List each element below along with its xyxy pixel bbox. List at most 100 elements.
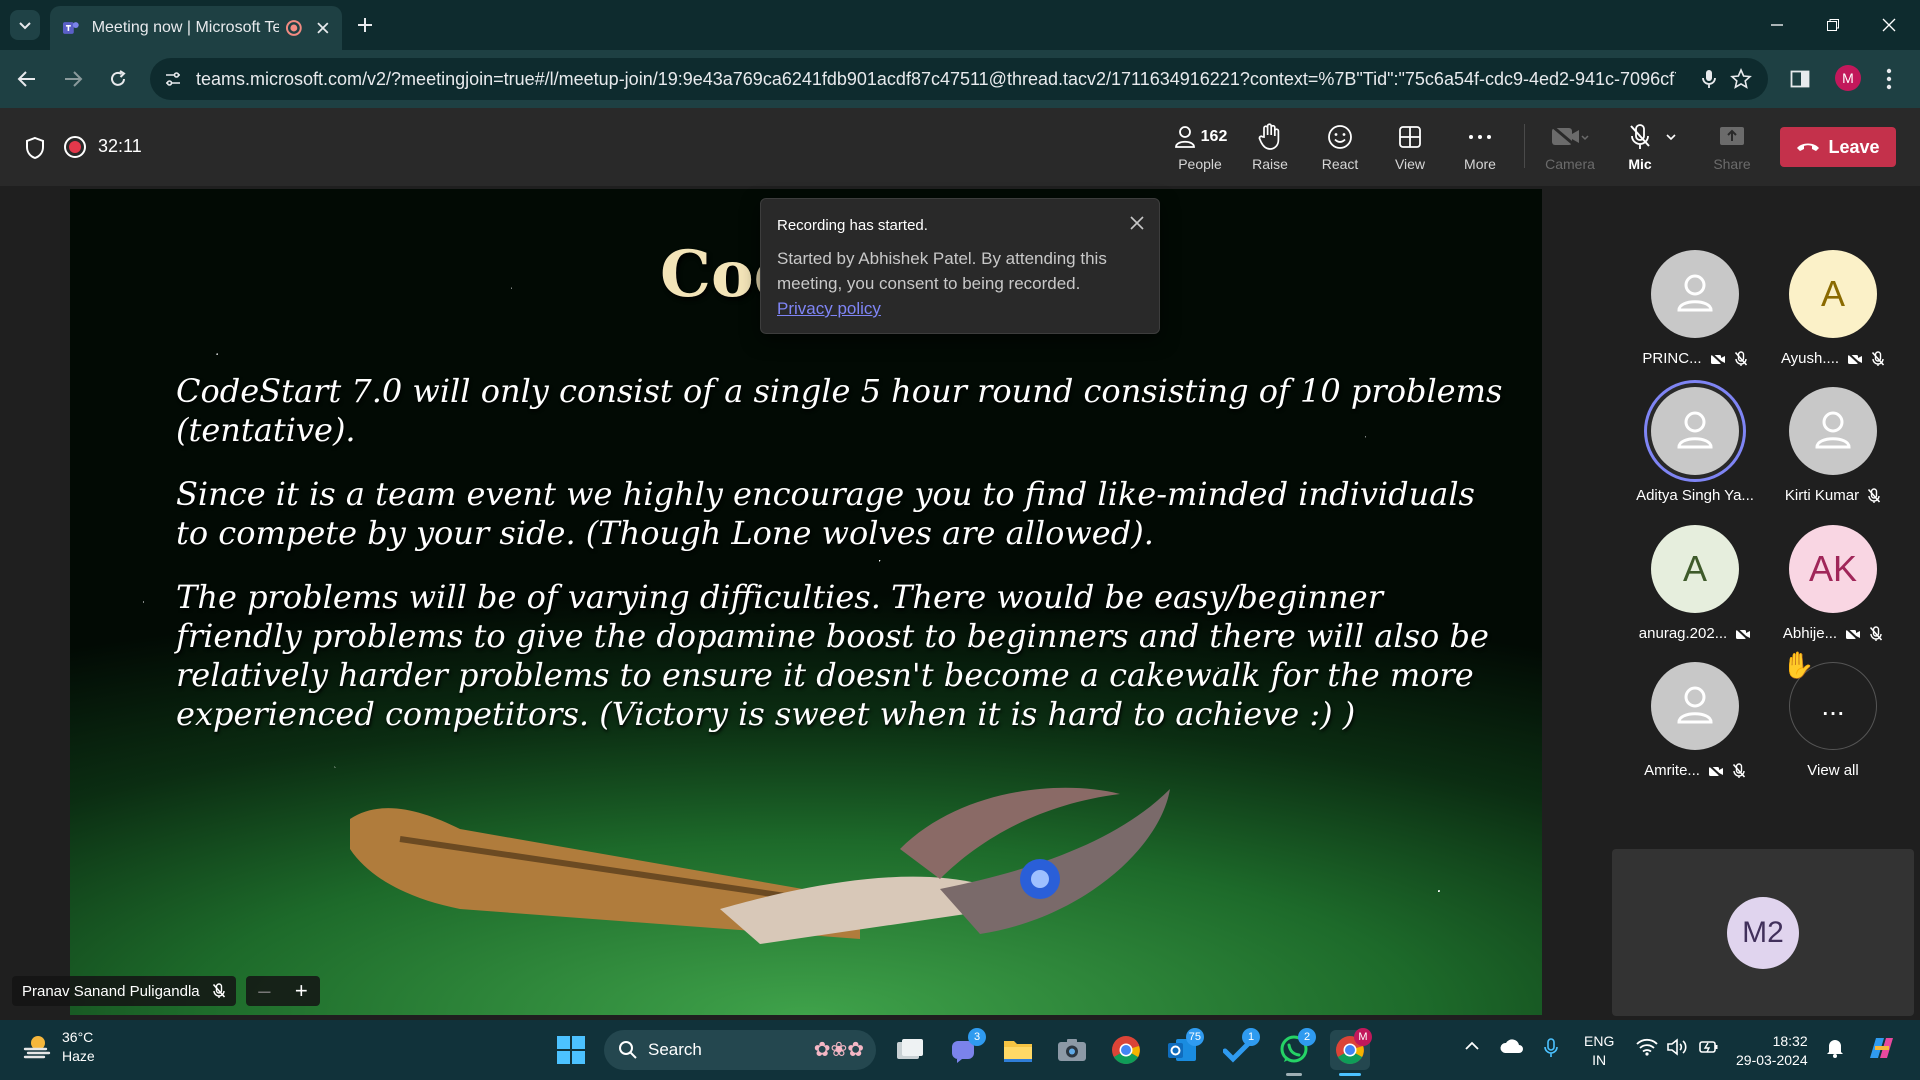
taskbar: 36°C Haze Search ✿❀✿ 3 75 1 2 M ENG IN 1… [0, 1020, 1920, 1080]
raised-hand-icon: ✋ [1782, 650, 1815, 680]
camera-off-icon [1709, 351, 1725, 366]
participant-name: PRINC... [1642, 350, 1702, 367]
taskbar-app-teams[interactable]: 3 [944, 1028, 986, 1070]
participant-tile[interactable]: AK Abhije... [1768, 525, 1898, 655]
mic-off-icon [1867, 487, 1881, 503]
participant-name: Abhije... [1782, 625, 1838, 642]
recording-icon [285, 20, 302, 36]
participant-tile[interactable]: PRINC... [1630, 250, 1760, 380]
view-button[interactable]: View [1378, 122, 1442, 178]
tab-title: Meeting now | Microsoft Teams [91, 19, 279, 36]
notification-badge: 1 [1242, 1028, 1260, 1046]
restore-button[interactable] [1820, 12, 1846, 38]
zoom-out-button[interactable]: – [258, 978, 270, 1004]
avatar [1789, 387, 1877, 475]
star-icon[interactable] [1730, 68, 1752, 90]
taskbar-app-chrome-profile[interactable]: M [1330, 1028, 1372, 1076]
mic-off-icon [212, 983, 225, 998]
taskbar-search[interactable]: Search ✿❀✿ [604, 1030, 876, 1070]
system-clock[interactable]: 18:32 29-03-2024 [1736, 1032, 1808, 1070]
zoom-in-button[interactable]: + [295, 978, 308, 1004]
shield-icon[interactable] [24, 136, 46, 160]
back-button[interactable] [12, 64, 42, 94]
clock-time: 18:32 [1772, 1033, 1808, 1049]
taskbar-app-task-view[interactable] [890, 1030, 930, 1070]
profile-badge: M [1354, 1028, 1372, 1046]
profile-avatar[interactable]: M [1835, 65, 1861, 91]
windows-start-icon[interactable] [556, 1035, 586, 1065]
clock-date: 29-03-2024 [1736, 1052, 1808, 1068]
participant-tile[interactable]: Aditya Singh Ya... [1630, 387, 1760, 517]
copilot-icon[interactable] [1866, 1034, 1896, 1062]
forward-button[interactable] [58, 64, 88, 94]
camera-off-icon [1551, 124, 1589, 150]
camera-button[interactable]: Camera [1538, 122, 1602, 178]
side-panel-icon[interactable] [1790, 69, 1810, 89]
close-icon[interactable] [1129, 215, 1145, 231]
close-icon [1882, 18, 1896, 32]
grid-icon [1399, 126, 1421, 148]
zoom-controls: – + [246, 976, 320, 1006]
search-placeholder: Search [648, 1040, 702, 1059]
reload-icon [111, 70, 126, 86]
close-tab-icon[interactable] [316, 21, 330, 35]
restore-icon [1827, 19, 1839, 31]
participant-tile[interactable]: A anurag.202... [1630, 525, 1760, 655]
microphone-icon[interactable] [1544, 1038, 1558, 1058]
microphone-icon[interactable] [1698, 68, 1720, 90]
taskbar-app-file-explorer[interactable] [998, 1030, 1038, 1070]
input-language[interactable]: ENG IN [1584, 1032, 1614, 1070]
self-view-tile[interactable]: M2 [1612, 849, 1914, 1016]
avatar: A [1651, 525, 1739, 613]
url-text: teams.microsoft.com/v2/?meetingjoin=true… [196, 68, 1676, 89]
weather-widget[interactable]: 36°C Haze [22, 1028, 95, 1066]
minimize-icon [1771, 24, 1783, 26]
chevron-up-icon[interactable] [1464, 1038, 1480, 1054]
close-window-button[interactable] [1876, 12, 1902, 38]
camera-off-icon [1847, 351, 1863, 366]
taskbar-app-whatsapp[interactable]: 2 [1274, 1028, 1316, 1076]
share-label: Share [1713, 156, 1751, 172]
people-button[interactable]: 162 People [1168, 122, 1232, 178]
kebab-menu-icon[interactable] [1886, 68, 1892, 90]
meeting-control-bar: 32:11 162 People Raise React View More C… [0, 108, 1920, 186]
more-button[interactable]: More [1448, 122, 1512, 178]
address-bar[interactable]: teams.microsoft.com/v2/?meetingjoin=true… [150, 58, 1768, 100]
participant-tile[interactable]: Kirti Kumar [1768, 387, 1898, 517]
react-label: React [1321, 156, 1359, 172]
taskbar-app-todo[interactable]: 1 [1218, 1028, 1260, 1070]
person-icon [1677, 686, 1713, 724]
presenter-name-tag: Pranav Sanand Puligandla [12, 976, 236, 1006]
privacy-policy-link[interactable]: Privacy policy [777, 299, 881, 318]
participant-name: Amrite... [1644, 762, 1700, 779]
mic-button[interactable]: Mic [1620, 122, 1684, 178]
minimize-button[interactable] [1764, 12, 1790, 38]
raise-hand-button[interactable]: Raise [1238, 122, 1302, 178]
share-button[interactable]: Share [1700, 122, 1764, 178]
task-view-icon [897, 1039, 923, 1059]
new-tab-button[interactable] [352, 12, 378, 38]
participant-tile[interactable]: Amrite... [1630, 662, 1760, 792]
site-info-icon[interactable] [164, 70, 182, 88]
view-all-label: View all [1807, 762, 1859, 779]
person-icon [1677, 274, 1713, 312]
onedrive-cloud-icon[interactable] [1500, 1038, 1524, 1054]
more-horizontal-icon [1469, 135, 1491, 139]
volume-icon[interactable] [1666, 1038, 1688, 1056]
react-button[interactable]: React [1308, 122, 1372, 178]
taskbar-app-outlook[interactable]: 75 [1162, 1028, 1204, 1070]
browser-tab-teams[interactable]: Meeting now | Microsoft Teams [50, 6, 342, 50]
taskbar-app-camera[interactable] [1052, 1030, 1092, 1070]
arrow-left-icon [17, 71, 35, 87]
participant-tile[interactable]: A Ayush.... [1768, 250, 1898, 380]
tab-search-button[interactable] [10, 10, 40, 40]
taskbar-app-chrome[interactable] [1106, 1030, 1146, 1070]
view-all-button[interactable]: ✋ ... View all [1768, 650, 1898, 792]
mic-off-icon [1732, 762, 1746, 778]
running-indicator [1286, 1073, 1302, 1076]
bell-icon[interactable] [1826, 1038, 1844, 1058]
battery-icon[interactable] [1698, 1038, 1720, 1056]
wifi-icon[interactable] [1636, 1038, 1658, 1056]
reload-button[interactable] [103, 64, 133, 94]
leave-button[interactable]: Leave [1780, 127, 1896, 167]
